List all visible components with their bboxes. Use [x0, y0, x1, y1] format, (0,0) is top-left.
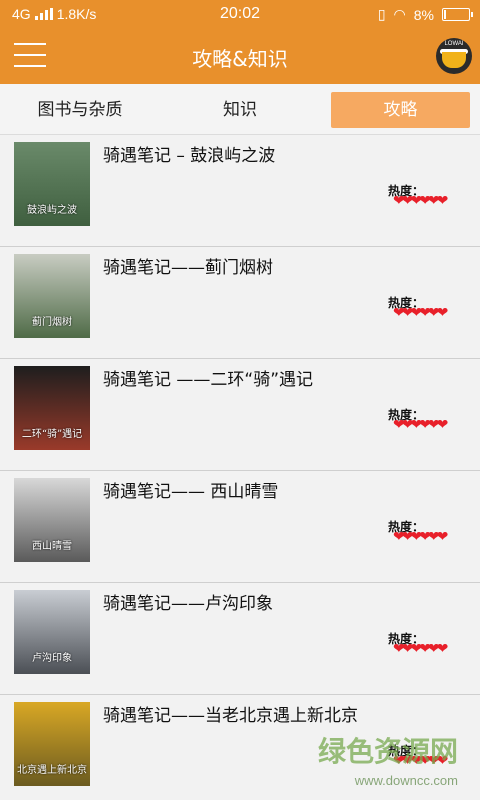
tab-books-magazines[interactable]: 图书与杂质 — [10, 92, 150, 128]
article-title: 骑遇笔记——卢沟印象 — [103, 594, 273, 614]
thumbnail-caption: 北京遇上新北京 — [17, 765, 87, 776]
tab-bar: 图书与杂质 知识 攻略 — [0, 84, 480, 135]
list-item[interactable]: 卢沟印象 骑遇笔记——卢沟印象 热度： ❤❤❤❤❤❤ — [0, 583, 480, 695]
battery-fill — [444, 10, 446, 19]
battery-percent: 8% — [413, 6, 434, 23]
article-list: 鼓浪屿之波 骑遇笔记 – 鼓浪屿之波 热度： ❤❤❤❤❤❤ 蓟门烟树 骑遇笔记——蓟门烟树… — [0, 135, 480, 800]
status-right: ▯ ◠ 8% — [377, 6, 473, 23]
page-title: 攻略&知识 — [192, 47, 288, 71]
list-item[interactable]: 二环“骑”遇记 骑遇笔记 ——二环“骑”遇记 热度： ❤❤❤❤❤❤ — [0, 359, 480, 471]
article-title: 骑遇笔记 – 鼓浪屿之波 — [103, 146, 276, 166]
list-item[interactable]: 鼓浪屿之波 骑遇笔记 – 鼓浪屿之波 热度： ❤❤❤❤❤❤ — [0, 135, 480, 247]
article-thumbnail: 北京遇上新北京 — [14, 702, 90, 786]
app-bar: 攻略&知识 LOWAI — [0, 28, 480, 84]
article-thumbnail: 二环“骑”遇记 — [14, 366, 90, 450]
tab-knowledge[interactable]: 知识 — [170, 92, 310, 128]
avatar-text: LOWAI — [444, 41, 464, 47]
article-thumbnail: 西山晴雪 — [14, 478, 90, 562]
watermark-text: 绿色资源网 — [317, 735, 458, 768]
list-item[interactable]: 蓟门烟树 骑遇笔记——蓟门烟树 热度： ❤❤❤❤❤❤ — [0, 247, 480, 359]
watermark-url: www.downcc.com — [354, 773, 458, 788]
heart-rating-icon: ❤❤❤❤❤❤ — [393, 417, 448, 433]
heart-rating-icon: ❤❤❤❤❤❤ — [393, 193, 448, 209]
heart-rating-icon: ❤❤❤❤❤❤ — [393, 305, 448, 321]
article-thumbnail: 卢沟印象 — [14, 590, 90, 674]
avatar-cup — [442, 52, 466, 68]
thumbnail-caption: 二环“骑”遇记 — [21, 429, 83, 440]
heart-rating-icon: ❤❤❤❤❤❤ — [393, 529, 448, 545]
article-thumbnail: 蓟门烟树 — [14, 254, 90, 338]
status-bar: 4G 1.8K/s 20:02 ▯ ◠ 8% — [0, 0, 480, 28]
article-title: 骑遇笔记——当老北京遇上新北京 — [103, 706, 358, 726]
thumbnail-caption: 鼓浪屿之波 — [27, 205, 77, 216]
thumbnail-caption: 蓟门烟树 — [32, 317, 72, 328]
battery-icon — [442, 8, 473, 21]
article-thumbnail: 鼓浪屿之波 — [14, 142, 90, 226]
article-title: 骑遇笔记—— 西山晴雪 — [103, 482, 279, 502]
vibrate-icon: ▯ — [377, 6, 386, 22]
wifi-icon: ◠ — [393, 6, 406, 22]
article-title: 骑遇笔记 ——二环“骑”遇记 — [103, 370, 314, 390]
heart-rating-icon: ❤❤❤❤❤❤ — [393, 641, 448, 657]
list-item[interactable]: 西山晴雪 骑遇笔记—— 西山晴雪 热度： ❤❤❤❤❤❤ — [0, 471, 480, 583]
avatar[interactable]: LOWAI — [436, 38, 472, 74]
article-title: 骑遇笔记——蓟门烟树 — [103, 258, 273, 278]
thumbnail-caption: 卢沟印象 — [32, 653, 72, 664]
tab-guides[interactable]: 攻略 — [331, 92, 470, 128]
thumbnail-caption: 西山晴雪 — [32, 541, 72, 552]
